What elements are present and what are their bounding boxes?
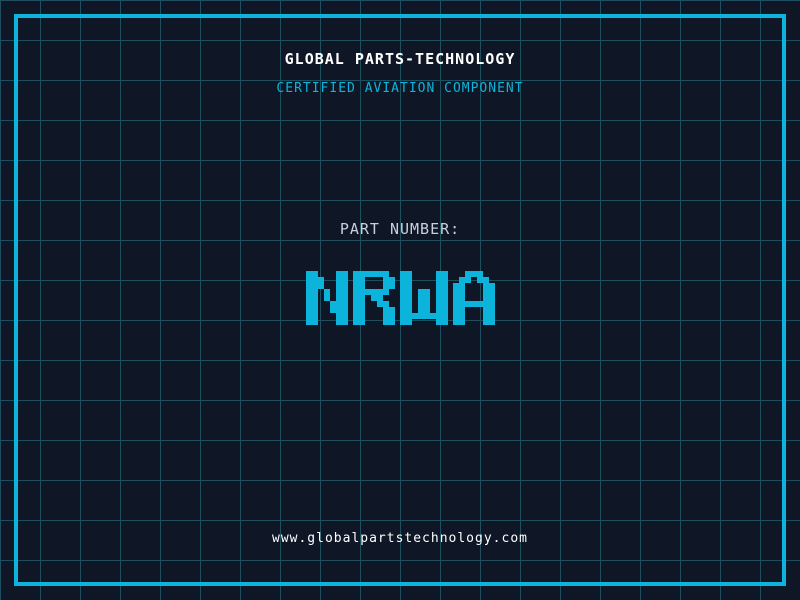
part-number-label: PART NUMBER:: [339, 220, 461, 238]
company-name: GLOBAL PARTS-TECHNOLOGY: [284, 50, 516, 68]
part-number-value: [0, 271, 800, 325]
website-url: www.globalpartstechnology.com: [272, 531, 528, 546]
certificate-screen: { "colors": { "background": "#0f1726", "…: [0, 0, 800, 600]
company-subtitle: CERTIFIED AVIATION COMPONENT: [276, 81, 524, 96]
